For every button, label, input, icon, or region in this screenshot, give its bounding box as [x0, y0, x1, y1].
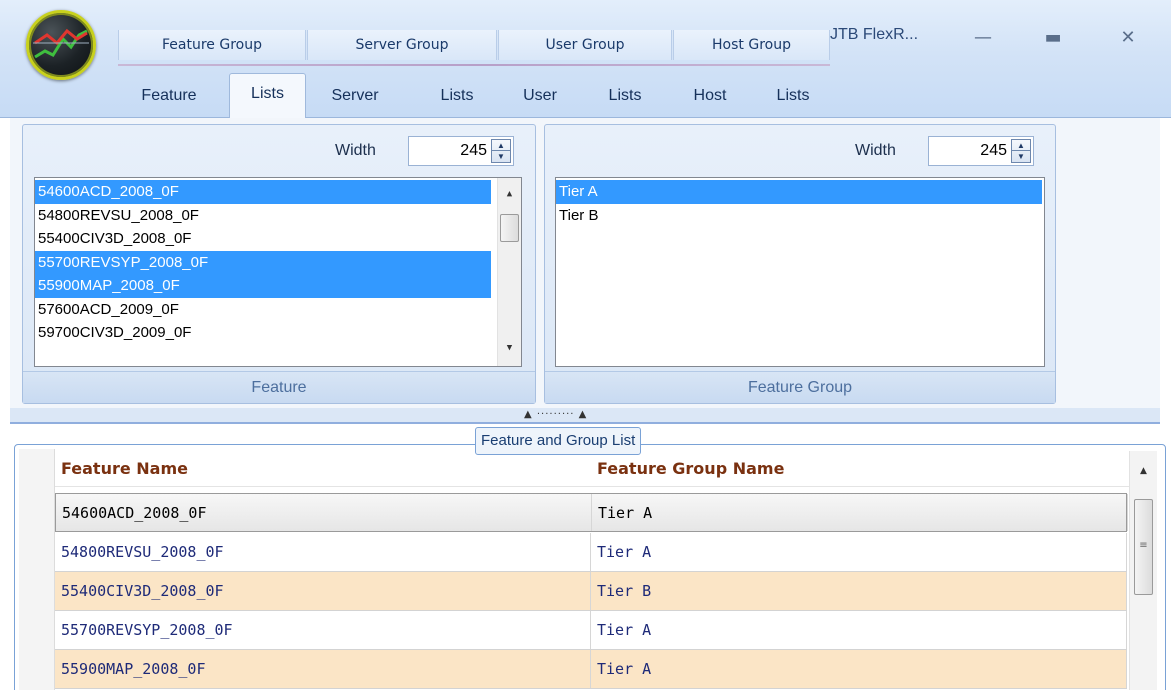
cell-feature-group-name[interactable]: Tier B	[591, 572, 1127, 610]
feature-list-scrollbar[interactable]: ▲ ▼	[497, 178, 521, 366]
column-header-feature-group-name[interactable]: Feature Group Name	[591, 451, 1129, 486]
table-row[interactable]: 54600ACD_2008_0F Tier A	[55, 493, 1128, 532]
cell-feature-name[interactable]: 55700REVSYP_2008_0F	[55, 611, 591, 649]
grid-legend: Feature and Group List	[475, 427, 642, 455]
scroll-up-icon[interactable]: ▲	[498, 184, 521, 204]
tab-host-lists[interactable]: Lists	[760, 76, 826, 114]
column-header-feature-name[interactable]: Feature Name	[55, 451, 591, 486]
scroll-up-icon[interactable]: ▲	[1130, 461, 1157, 481]
feature-group-grid: Feature Name Feature Group Name 54600ACD…	[14, 444, 1166, 690]
feature-listbox[interactable]: 54600ACD_2008_0F 54800REVSU_2008_0F 5540…	[34, 177, 522, 367]
feature-list-item[interactable]: 55900MAP_2008_0F	[35, 274, 491, 298]
scroll-down-icon[interactable]: ▼	[498, 338, 521, 358]
feature-list-item[interactable]: 54800REVSU_2008_0F	[35, 204, 491, 228]
grid-scrollbar[interactable]: ▲ ≡	[1129, 451, 1157, 690]
feature-group-listbox[interactable]: Tier A Tier B	[555, 177, 1045, 367]
table-row[interactable]: 55400CIV3D_2008_0F Tier B	[55, 572, 1127, 611]
feature-list-item[interactable]: 54600ACD_2008_0F	[35, 180, 491, 204]
group-list-item[interactable]: Tier A	[556, 180, 1042, 204]
splitter-grip-icon[interactable]: ▲ ········· ▲	[524, 409, 587, 420]
close-button[interactable]: ✕	[1105, 20, 1151, 56]
group-width-label: Width	[855, 142, 896, 159]
feature-list-items: 54600ACD_2008_0F 54800REVSU_2008_0F 5540…	[35, 180, 491, 345]
feature-list-item[interactable]: 57600ACD_2009_0F	[35, 298, 491, 322]
maximize-button[interactable]: ▬	[1030, 20, 1076, 56]
feature-width-value: 245	[460, 142, 487, 159]
feature-panel-caption: Feature	[23, 371, 535, 403]
ribbon-group-server: Server Group	[307, 30, 497, 60]
app-title: JTB FlexR...	[830, 26, 919, 43]
feature-panel: Width 245 ▲ ▼ 54600ACD_2008_0F 54800REVS…	[22, 124, 536, 404]
grid-header-row: Feature Name Feature Group Name	[55, 451, 1129, 487]
group-width-value: 245	[980, 142, 1007, 159]
spin-down-icon[interactable]: ▼	[1012, 151, 1030, 162]
cell-feature-name[interactable]: 54800REVSU_2008_0F	[55, 533, 591, 571]
ribbon-group-user: User Group	[498, 30, 672, 60]
scroll-thumb[interactable]	[500, 214, 519, 242]
feature-list-item[interactable]: 55700REVSYP_2008_0F	[35, 250, 491, 274]
feature-group-panel: Width 245 ▲ ▼ Tier A Tier B Feature Grou…	[544, 124, 1056, 404]
cell-feature-name[interactable]: 54600ACD_2008_0F	[56, 494, 592, 531]
ribbon-group-host: Host Group	[673, 30, 830, 60]
tab-feature-lists[interactable]: Lists	[229, 73, 306, 119]
feature-group-panel-caption: Feature Group	[545, 371, 1055, 403]
spin-up-icon[interactable]: ▲	[1012, 140, 1030, 151]
group-list-item[interactable]: Tier B	[556, 204, 1042, 228]
chart-logo-icon	[33, 28, 89, 59]
tab-server-lists[interactable]: Lists	[424, 76, 490, 114]
feature-width-stepper[interactable]: 245 ▲ ▼	[408, 136, 514, 166]
cell-feature-group-name[interactable]: Tier A	[591, 533, 1127, 571]
cell-feature-group-name[interactable]: Tier A	[592, 494, 1128, 531]
table-row[interactable]: 54800REVSU_2008_0F Tier A	[55, 533, 1127, 572]
feature-list-item[interactable]: 55400CIV3D_2008_0F	[35, 227, 491, 251]
tab-user[interactable]: User	[508, 76, 572, 114]
feature-width-label: Width	[335, 142, 376, 159]
table-row[interactable]: 55700REVSYP_2008_0F Tier A	[55, 611, 1127, 650]
cell-feature-group-name[interactable]: Tier A	[591, 611, 1127, 649]
group-width-stepper[interactable]: 245 ▲ ▼	[928, 136, 1034, 166]
tab-feature[interactable]: Feature	[130, 76, 208, 114]
group-list-items: Tier A Tier B	[556, 180, 1042, 227]
scroll-thumb[interactable]: ≡	[1134, 499, 1153, 595]
cell-feature-name[interactable]: 55900MAP_2008_0F	[55, 650, 591, 688]
grip-lines-icon: ≡	[1139, 540, 1148, 551]
group-width-spin-buttons[interactable]: ▲ ▼	[1011, 139, 1031, 163]
feature-list-item[interactable]: 59700CIV3D_2009_0F	[35, 321, 491, 345]
cell-feature-name[interactable]: 55400CIV3D_2008_0F	[55, 572, 591, 610]
tab-host[interactable]: Host	[680, 76, 740, 114]
table-row[interactable]: 55900MAP_2008_0F Tier A	[55, 650, 1127, 689]
row-header-column	[19, 449, 55, 690]
cell-feature-group-name[interactable]: Tier A	[591, 650, 1127, 688]
app-menu-orb[interactable]	[26, 10, 96, 80]
feature-width-spin-buttons[interactable]: ▲ ▼	[491, 139, 511, 163]
spin-up-icon[interactable]: ▲	[492, 140, 510, 151]
minimize-button[interactable]: —	[960, 20, 1006, 56]
tab-user-lists[interactable]: Lists	[592, 76, 658, 114]
spin-down-icon[interactable]: ▼	[492, 151, 510, 162]
tab-server[interactable]: Server	[312, 76, 398, 114]
ribbon-group-divider	[118, 64, 830, 66]
ribbon-group-feature: Feature Group	[118, 30, 306, 60]
